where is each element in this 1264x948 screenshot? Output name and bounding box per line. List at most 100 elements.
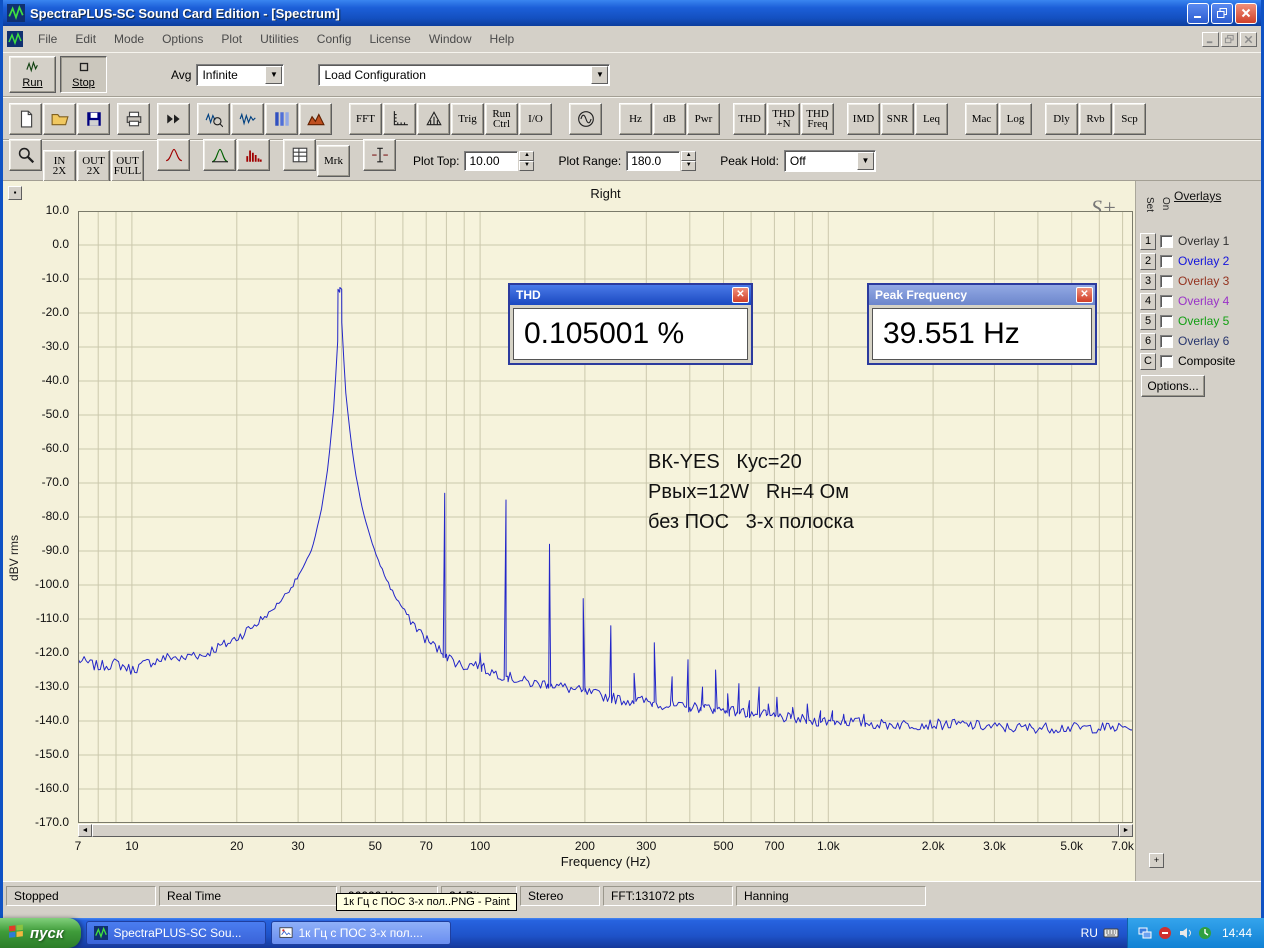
spin-down-icon[interactable]: ▼ — [681, 161, 696, 171]
menu-plot[interactable]: Plot — [212, 29, 251, 49]
scroll-right-icon[interactable]: ► — [1119, 824, 1133, 837]
overlay-set-1[interactable]: 1 — [1140, 233, 1156, 250]
menu-help[interactable]: Help — [481, 29, 524, 49]
peak-frequency-readout-window[interactable]: Peak Frequency ✕ 39.551 Hz — [867, 283, 1097, 365]
thd-freq-button[interactable]: THD Freq — [801, 103, 834, 135]
chevron-down-icon[interactable]: ▼ — [857, 152, 874, 170]
leq-button[interactable]: Leq — [915, 103, 948, 135]
minimize-button[interactable] — [1187, 3, 1209, 24]
snr-button[interactable]: SNR — [881, 103, 914, 135]
peak-hold-plot-button[interactable] — [157, 139, 190, 171]
mdi-minimize-button[interactable] — [1202, 32, 1219, 47]
mdi-restore-button[interactable] — [1221, 32, 1238, 47]
run-control-button[interactable]: Run Ctrl — [485, 103, 518, 135]
power-units-button[interactable]: Pwr — [687, 103, 720, 135]
zoom-out-full-button[interactable]: OUT FULL — [111, 150, 144, 182]
spin-up-icon[interactable]: ▲ — [681, 151, 696, 161]
overlay-on-checkbox-1[interactable] — [1160, 235, 1173, 248]
reverb-button[interactable]: Rvb — [1079, 103, 1112, 135]
scheduler-icon[interactable] — [1198, 926, 1212, 940]
plot-top-input[interactable] — [464, 151, 518, 171]
overlay-on-checkbox-C[interactable] — [1160, 355, 1173, 368]
close-button[interactable] — [1235, 3, 1257, 24]
overlay-set-2[interactable]: 2 — [1140, 253, 1156, 270]
trigger-button[interactable]: Trig — [451, 103, 484, 135]
overlay-on-checkbox-5[interactable] — [1160, 315, 1173, 328]
signal-generator-button[interactable] — [569, 103, 602, 135]
overlay-set-6[interactable]: 6 — [1140, 333, 1156, 350]
stop-button[interactable]: Stop — [60, 56, 107, 93]
menu-file[interactable]: File — [29, 29, 66, 49]
weighting-button[interactable] — [417, 103, 450, 135]
menu-config[interactable]: Config — [308, 29, 361, 49]
io-device-button[interactable]: I/O — [519, 103, 552, 135]
bar-plot-button[interactable] — [237, 139, 270, 171]
plot-top-spinner[interactable]: ▲▼ — [519, 151, 534, 171]
menu-window[interactable]: Window — [420, 29, 481, 49]
new-document-button[interactable] — [9, 103, 42, 135]
print-button[interactable] — [117, 103, 150, 135]
menu-utilities[interactable]: Utilities — [251, 29, 308, 49]
overlay-set-C[interactable]: C — [1140, 353, 1156, 370]
run-button[interactable]: Run — [9, 56, 56, 93]
plot-hscrollbar[interactable]: ◄ ► — [78, 824, 1133, 837]
task-button-paint[interactable]: 1к Гц с ПОС 3-х пол.... — [271, 921, 451, 945]
language-indicator[interactable]: RU — [1073, 925, 1127, 941]
thd-readout-window[interactable]: THD ✕ 0.105001 % — [508, 283, 753, 365]
thd-n-button[interactable]: THD +N — [767, 103, 800, 135]
start-button[interactable]: пуск — [0, 918, 81, 948]
overlay-set-3[interactable]: 3 — [1140, 273, 1156, 290]
line-plot-button[interactable] — [203, 139, 236, 171]
play-files-button[interactable] — [157, 103, 190, 135]
scope-button[interactable]: Scp — [1113, 103, 1146, 135]
time-series-button[interactable] — [231, 103, 264, 135]
db-units-button[interactable]: dB — [653, 103, 686, 135]
task-button-spectraplus[interactable]: SpectraPLUS-SC Sou... — [86, 921, 266, 945]
display-options-button[interactable] — [283, 139, 316, 171]
peak-hold-select[interactable]: Off ▼ — [784, 150, 876, 172]
volume-icon[interactable] — [1178, 926, 1192, 940]
imd-button[interactable]: IMD — [847, 103, 880, 135]
title-bar[interactable]: SpectraPLUS-SC Sound Card Edition - [Spe… — [3, 0, 1261, 26]
thd-readout-titlebar[interactable]: THD ✕ — [510, 285, 751, 305]
peak-frequency-titlebar[interactable]: Peak Frequency ✕ — [869, 285, 1095, 305]
thd-button[interactable]: THD — [733, 103, 766, 135]
cursor-button[interactable] — [363, 139, 396, 171]
menu-options[interactable]: Options — [153, 29, 212, 49]
expand-button[interactable]: + — [1149, 853, 1164, 868]
network-icon[interactable] — [1138, 926, 1152, 940]
spectrogram-button[interactable] — [265, 103, 298, 135]
avg-select[interactable]: Infinite ▼ — [196, 64, 284, 86]
open-file-button[interactable] — [43, 103, 76, 135]
overlay-on-checkbox-2[interactable] — [1160, 255, 1173, 268]
overlay-set-4[interactable]: 4 — [1140, 293, 1156, 310]
zoom-button[interactable] — [9, 139, 42, 171]
delay-button[interactable]: Dly — [1045, 103, 1078, 135]
menu-mode[interactable]: Mode — [105, 29, 153, 49]
chevron-down-icon[interactable]: ▼ — [591, 66, 608, 84]
spectrum-child-icon[interactable] — [7, 31, 23, 47]
close-icon[interactable]: ✕ — [732, 287, 749, 303]
zoom-out-2x-button[interactable]: OUT 2X — [77, 150, 110, 182]
mdi-close-button[interactable] — [1240, 32, 1257, 47]
plot-range-spinner[interactable]: ▲▼ — [681, 151, 696, 171]
plot-range-input[interactable] — [626, 151, 680, 171]
log-button[interactable]: Log — [999, 103, 1032, 135]
overlays-options-button[interactable]: Options... — [1141, 375, 1205, 397]
marker-button[interactable]: Mrk — [317, 145, 350, 177]
surface-plot-button[interactable] — [299, 103, 332, 135]
spin-up-icon[interactable]: ▲ — [519, 151, 534, 161]
restore-button[interactable] — [1211, 3, 1233, 24]
overlay-on-checkbox-4[interactable] — [1160, 295, 1173, 308]
chevron-down-icon[interactable]: ▼ — [265, 66, 282, 84]
scaling-button[interactable] — [383, 103, 416, 135]
zoom-in-2x-button[interactable]: IN 2X — [43, 150, 76, 182]
scrollbar-thumb[interactable] — [92, 824, 1119, 837]
hz-units-button[interactable]: Hz — [619, 103, 652, 135]
load-configuration-select[interactable]: Load Configuration ▼ — [318, 64, 610, 86]
spectrum-analyzer-button[interactable] — [197, 103, 230, 135]
close-icon[interactable]: ✕ — [1076, 287, 1093, 303]
mac-button[interactable]: Mac — [965, 103, 998, 135]
fft-settings-button[interactable]: FFT — [349, 103, 382, 135]
menu-license[interactable]: License — [360, 29, 419, 49]
